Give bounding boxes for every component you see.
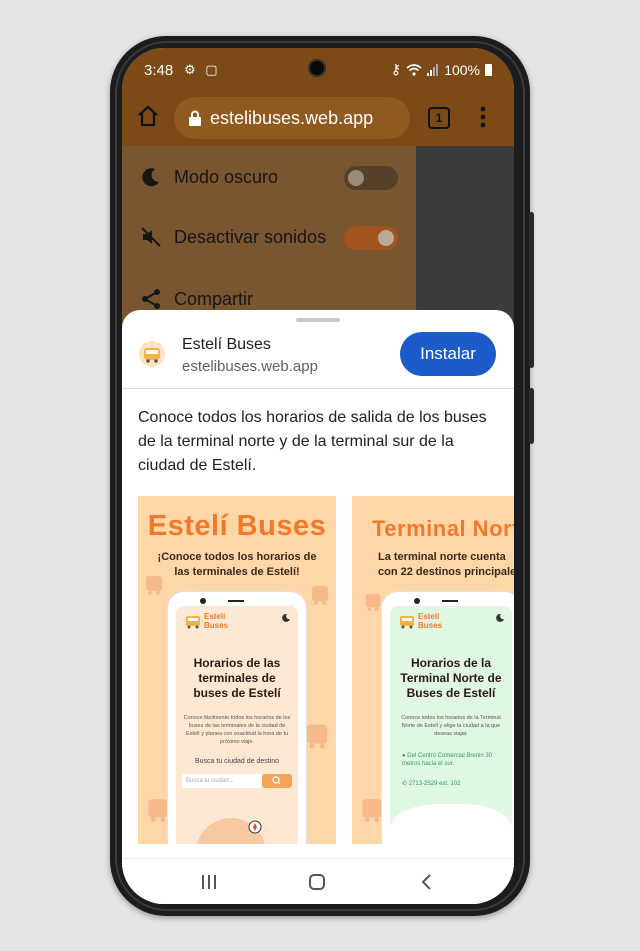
mockup-phone: Estelí Buses Horarios de las terminales … [168, 592, 306, 844]
mockup-search-input: Busca tu ciudad... [182, 774, 262, 788]
install-button[interactable]: Instalar [400, 332, 496, 376]
screenshot-subtitle: La terminal norte cuenta con 22 destinos… [378, 551, 514, 578]
mockup-phone-text: 2713-2529 ext. 102 [408, 781, 461, 787]
mockup-speaker [228, 600, 244, 602]
share-icon [142, 289, 160, 309]
menu-item-label: Desactivar sonidos [174, 227, 327, 247]
moon-icon [496, 614, 504, 622]
bus-decoration-icon [312, 586, 328, 605]
phone-icon: ✆ [402, 781, 408, 787]
menu-item-mute-sounds[interactable]: Desactivar sonidos [122, 208, 416, 266]
sheet-drag-handle[interactable] [296, 318, 340, 322]
battery-percent: 100% [444, 61, 480, 78]
install-bottom-sheet: Estelí Buses estelibuses.web.app Instala… [122, 310, 514, 904]
back-icon[interactable] [416, 871, 438, 893]
mockup-search-button [262, 774, 292, 788]
app-url: estelibuses.web.app [182, 358, 318, 375]
bus-logo-icon [139, 341, 165, 367]
system-navigation-bar [122, 858, 514, 904]
status-right-icons: ⚷ 100% [391, 61, 492, 78]
app-name: Estelí Buses [182, 336, 271, 353]
status-bar: 3:48 ⚙ ▢ ⚷ 100% [122, 48, 514, 88]
signal-icon [427, 63, 439, 76]
toggle-knob [348, 170, 364, 186]
moon-icon [142, 168, 159, 187]
side-rail [529, 248, 534, 368]
app-description: Conoce todos los horarios de salida de l… [138, 409, 487, 474]
moon-icon [282, 614, 290, 622]
compass-icon [248, 820, 262, 834]
mute-sounds-toggle[interactable] [344, 226, 398, 250]
url-text: estelibuses.web.app [210, 107, 374, 128]
location-pin-icon: ● [402, 753, 406, 759]
bus-logo-icon [186, 616, 200, 629]
mockup-brand: Estelí Buses [418, 612, 443, 630]
bus-logo-icon [400, 616, 414, 629]
front-camera [308, 59, 326, 77]
mockup-speaker [442, 600, 458, 602]
mockup-address-text: Del Centro Comercial Brenin 30 metros ha… [402, 753, 492, 767]
search-icon [272, 776, 281, 785]
more-vert-icon[interactable] [480, 106, 486, 128]
mockup-camera [414, 598, 420, 604]
app-info-row: Estelí Buses estelibuses.web.app Instala… [122, 330, 514, 386]
bus-decoration-icon [148, 799, 168, 822]
mockup-address: ● Del Centro Comercial Brenin 30 metros … [402, 752, 502, 768]
volume-off-icon [141, 227, 161, 247]
status-left-icons: ⚙ ▢ [184, 62, 218, 78]
home-nav-icon[interactable] [306, 871, 328, 893]
status-time: 3:48 [144, 62, 174, 79]
screenshot-title: Terminal Norte [372, 516, 514, 541]
menu-item-label: Compartir [174, 289, 254, 309]
menu-item-label: Modo oscuro [174, 167, 279, 187]
mockup-phone: Estelí Buses Horarios de la Terminal Nor… [382, 592, 514, 844]
mockup-screen: Estelí Buses Horarios de la Terminal Nor… [390, 606, 512, 844]
home-icon[interactable] [136, 104, 160, 128]
battery-icon [485, 63, 492, 76]
mockup-body: Conoce fácilmente todos los horarios de … [183, 715, 291, 745]
settings-icon: ⚙ [184, 62, 196, 77]
mockup-screen: Estelí Buses Horarios de las terminales … [176, 606, 298, 844]
app-screenshot-2[interactable]: Terminal Norte La terminal norte cuenta … [352, 496, 514, 844]
lock-icon [189, 110, 201, 126]
mockup-brand: Estelí Buses [204, 612, 229, 630]
browser-toolbar: estelibuses.web.app 1 [122, 88, 514, 146]
tab-switcher-button[interactable]: 1 [428, 107, 450, 129]
screenshot-title: Estelí Buses [147, 510, 327, 542]
mockup-cloud-decoration [390, 804, 512, 844]
power-button [529, 388, 534, 444]
vpn-key-icon: ⚷ [390, 61, 402, 77]
screenshot-subtitle: ¡Conoce todos los horarios de las termin… [157, 551, 317, 578]
mockup-heading: Horarios de la Terminal Norte de Buses d… [400, 656, 502, 700]
app-screenshot-1[interactable]: Estelí Buses ¡Conoce todos los horarios … [138, 496, 336, 844]
sheet-divider [122, 388, 514, 389]
mockup-search-label: Busca tu ciudad de destino [194, 758, 280, 765]
phone-screen: 3:48 ⚙ ▢ ⚷ 100% estelibuses.web.app 1 Mo… [122, 48, 514, 904]
menu-item-dark-mode[interactable]: Modo oscuro [122, 148, 416, 206]
mockup-phone-number: ✆ 2713-2529 ext. 102 [402, 780, 502, 788]
mockup-body: Conoce todos los horarios de la Terminal… [401, 715, 501, 737]
wifi-icon [406, 63, 422, 76]
mockup-heading: Horarios de las terminales de buses de E… [193, 656, 281, 700]
bus-decoration-icon [306, 724, 328, 749]
phone-frame: 3:48 ⚙ ▢ ⚷ 100% estelibuses.web.app 1 Mo… [110, 36, 534, 916]
toggle-knob [378, 230, 394, 246]
bus-decoration-icon [365, 593, 381, 611]
bus-decoration-icon [362, 799, 382, 822]
mockup-camera [200, 598, 206, 604]
address-bar[interactable]: estelibuses.web.app [174, 97, 410, 139]
notification-icon: ▢ [205, 62, 218, 77]
dark-mode-toggle[interactable] [344, 166, 398, 190]
recent-apps-icon[interactable] [198, 871, 220, 893]
